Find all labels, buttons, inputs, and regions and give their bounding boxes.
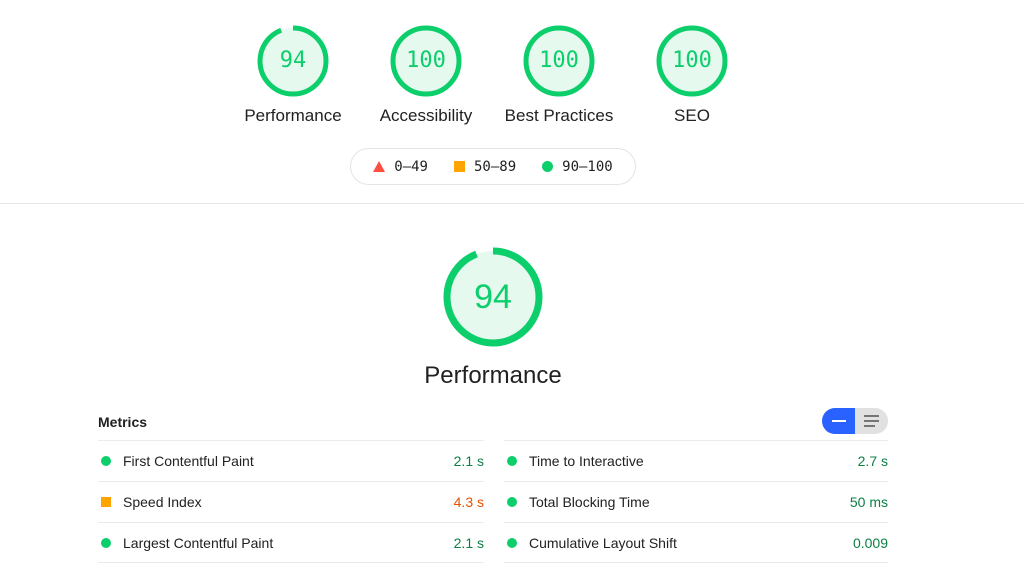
metric-name: Total Blocking Time [529,494,650,510]
short-lines-icon [831,420,846,422]
circle-icon [542,161,554,172]
metrics-view-toggle[interactable] [822,408,888,434]
metric-name: First Contentful Paint [123,453,254,469]
metrics-column-right: Time to Interactive 2.7 s Total Blocking… [504,440,888,563]
gauge-label: Accessibility [379,106,473,125]
performance-title: Performance [424,362,562,389]
metric-name: Cumulative Layout Shift [529,534,677,551]
metric-row: Total Blocking Time 50 ms [504,481,888,522]
detail-view-button[interactable] [855,408,888,434]
gauge-label: SEO [674,106,710,125]
gauge-best-practices[interactable]: 100 Best Practices [489,24,629,126]
metric-row: First Contentful Paint 2.1 s [98,440,484,481]
pass-circle-icon [507,537,517,548]
gauge-label: Performance [244,106,342,125]
metric-row: Speed Index 4.3 s [98,481,484,522]
legend-range: 50–89 [473,158,517,175]
legend-item-average: 50–89 [453,158,517,175]
pass-circle-icon [507,456,517,466]
pass-circle-icon [507,497,517,507]
score-scale-legend: 0–49 50–89 90–100 [350,148,636,185]
metric-value: 2.7 s [857,453,888,469]
legend-item-fail: 0–49 [373,159,428,175]
gauge-performance[interactable]: 94 Performance [223,24,363,126]
gauge-label: Best Practices [504,106,614,125]
pass-circle-icon [101,456,111,466]
metric-value: 2.1 s [453,453,484,469]
gauge-score: 100 [406,48,446,73]
gauge-seo[interactable]: 100 SEO [622,24,762,126]
metric-value: 50 ms [849,494,888,510]
gauge-row: 94 Performance 100 Accessibility 100 Bes… [0,24,1024,134]
gauge-score: 100 [672,48,712,73]
metrics-heading: Metrics [98,414,148,430]
metric-name: Largest Contentful Paint [123,534,274,551]
metric-row: Largest Contentful Paint 2.1 s [98,522,484,563]
triangle-icon [373,161,386,172]
metric-value: 0.009 [852,534,888,551]
summary-view-button[interactable] [822,408,855,434]
scores-summary: 94 Performance 100 Accessibility 100 Bes… [0,0,1024,204]
gauge-score: 100 [539,48,579,73]
pass-circle-icon [101,537,111,548]
metrics-column-left: First Contentful Paint 2.1 s Speed Index… [98,440,484,563]
gauge-accessibility[interactable]: 100 Accessibility [356,24,496,126]
lines-icon [864,415,879,417]
metric-row: Cumulative Layout Shift 0.009 [504,522,888,563]
metric-name: Speed Index [123,494,202,510]
legend-item-pass: 90–100 [542,159,613,175]
square-icon [453,161,465,172]
average-square-icon [101,497,111,507]
legend-range: 90–100 [562,158,613,175]
gauge-score: 94 [279,48,307,73]
metric-value: 2.1 s [453,534,484,551]
metric-name: Time to Interactive [529,453,644,469]
legend-range: 0–49 [394,158,428,175]
performance-score: 94 [474,278,512,316]
metric-row: Time to Interactive 2.7 s [504,440,888,481]
metric-value: 4.3 s [453,494,484,510]
